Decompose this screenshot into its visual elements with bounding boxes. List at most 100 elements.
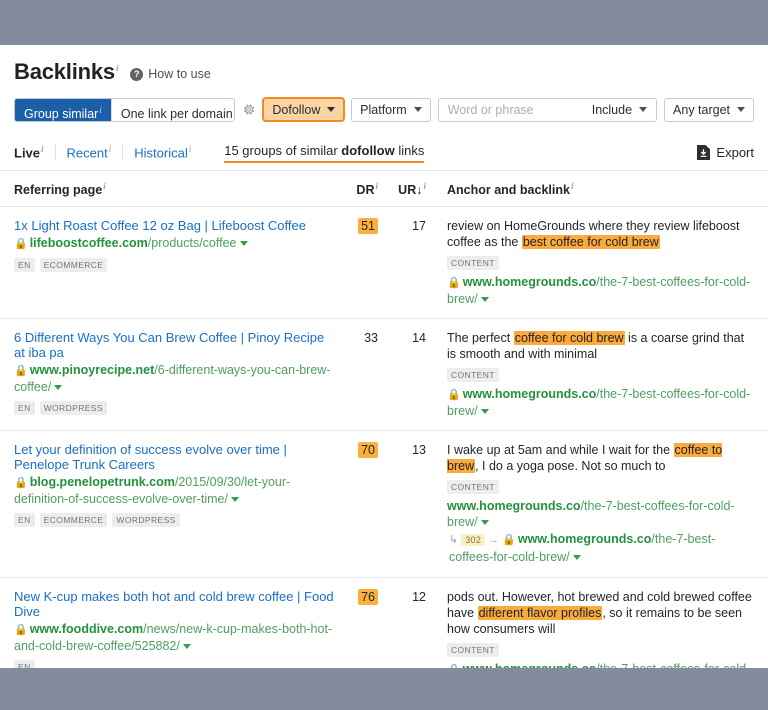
table-row[interactable]: Let your definition of success evolve ov… (0, 431, 768, 578)
dr-cell: 70 (338, 442, 378, 566)
any-target-dropdown[interactable]: Any target (664, 98, 754, 122)
groups-summary: 15 groups of similar dofollow links (224, 143, 424, 162)
ur-value: 13 (412, 443, 426, 457)
tabs-row: Livei Recenti Historicali 15 groups of s… (0, 135, 768, 171)
referring-page-url: 🔒lifeboostcoffee.com/products/coffee (14, 235, 338, 252)
platform-tag-list: ENWORDPRESS (14, 401, 338, 415)
platform-tag: WORDPRESS (112, 513, 179, 527)
chevron-down-icon[interactable] (183, 644, 191, 649)
backlinks-table-body: 1x Light Roast Coffee 12 oz Bag | Lifebo… (0, 207, 768, 668)
backlink-url: 🔒www.homegrounds.co/the-7-best-coffees-f… (447, 274, 754, 307)
secure-lock-icon: 🔒 (14, 238, 28, 250)
tab-recent-info-icon[interactable]: i (109, 144, 112, 154)
anchor-surrounding-text: pods out. However, hot brewed and cold b… (447, 589, 754, 637)
bottom-chrome-band (0, 668, 768, 710)
include-mode-label: Include (592, 103, 632, 117)
backlink-domain[interactable]: www.homegrounds.co (463, 662, 597, 668)
tab-historical-info-icon[interactable]: i (189, 144, 192, 154)
tab-live[interactable]: Livei (14, 144, 55, 160)
segment-group-similar-label: Group similar (24, 107, 98, 121)
groups-summary-suffix: links (395, 143, 425, 158)
secure-lock-icon: 🔒 (14, 477, 28, 489)
page-title: Backlinksi (14, 59, 118, 85)
any-target-label: Any target (673, 103, 730, 117)
referring-page-path[interactable]: /products/coffee (148, 236, 237, 250)
dr-value: 51 (358, 218, 378, 234)
how-to-use-link[interactable]: ? How to use (130, 67, 211, 81)
referring-page-domain[interactable]: blog.penelopetrunk.com (30, 475, 175, 489)
column-header-dr-label: DR (356, 183, 374, 197)
gear-icon[interactable] (243, 102, 255, 117)
anchor-info-icon[interactable]: i (571, 181, 574, 191)
redirect-target-domain[interactable]: www.homegrounds.co (518, 532, 652, 546)
anchor-text-highlight: coffee to brew (447, 443, 722, 473)
tab-historical-label: Historical (134, 146, 187, 161)
tab-recent[interactable]: Recenti (56, 144, 123, 160)
ur-value: 12 (412, 590, 426, 604)
ur-cell: 17 (378, 218, 426, 307)
secure-lock-icon: 🔒 (14, 365, 28, 377)
anchor-text-highlight: best coffee for cold brew (522, 235, 660, 249)
referring-page-domain[interactable]: www.pinoyrecipe.net (30, 363, 155, 377)
referring-page-domain[interactable]: www.fooddive.com (30, 622, 143, 636)
tab-live-info-icon[interactable]: i (41, 144, 44, 154)
backlink-domain[interactable]: www.homegrounds.co (463, 275, 597, 289)
chevron-down-icon[interactable] (481, 297, 489, 302)
anchor-and-backlink-cell: pods out. However, hot brewed and cold b… (426, 589, 754, 668)
table-row[interactable]: 6 Different Ways You Can Brew Coffee | P… (0, 319, 768, 431)
phrase-filter-group: Include (438, 98, 657, 122)
redirect-branch-icon: ↳ (449, 534, 458, 546)
dofollow-filter-dropdown[interactable]: Dofollow (262, 97, 345, 122)
segment-one-link-per-domain-info-icon[interactable]: i (234, 105, 235, 115)
referring-page-title-link[interactable]: 1x Light Roast Coffee 12 oz Bag | Lifebo… (14, 218, 338, 233)
platform-filter-label: Platform (360, 103, 407, 117)
segment-group-similar-info-icon[interactable]: i (99, 105, 102, 115)
referring-page-title-link[interactable]: New K-cup makes both hot and cold brew c… (14, 589, 338, 619)
segment-one-link-per-domain[interactable]: One link per domaini (112, 99, 235, 121)
chevron-down-icon[interactable] (54, 385, 62, 390)
redirect-arrow-icon: → (488, 534, 499, 546)
platform-tag: EN (14, 258, 35, 272)
page-title-info-icon[interactable]: i (116, 63, 118, 73)
referring-page-url: 🔒blog.penelopetrunk.com/2015/09/30/let-y… (14, 474, 338, 507)
dofollow-filter-label: Dofollow (272, 103, 320, 117)
table-row[interactable]: New K-cup makes both hot and cold brew c… (0, 578, 768, 668)
referring-page-domain[interactable]: lifeboostcoffee.com (30, 236, 148, 250)
search-input[interactable] (439, 99, 589, 121)
table-row[interactable]: 1x Light Roast Coffee 12 oz Bag | Lifebo… (0, 207, 768, 319)
column-header-ur[interactable]: UR↓i (378, 181, 426, 197)
dr-cell: 51 (338, 218, 378, 307)
platform-tag: EN (14, 401, 35, 415)
backlinks-app: Backlinksi ? How to use Group similari O… (0, 45, 768, 668)
export-button[interactable]: Export (697, 145, 754, 160)
chevron-down-icon[interactable] (481, 520, 489, 525)
segment-group-similar[interactable]: Group similari (15, 99, 112, 121)
dr-value: 70 (358, 442, 378, 458)
top-chrome-band (0, 0, 768, 45)
backlink-domain[interactable]: www.homegrounds.co (447, 499, 581, 513)
column-header-referring-page[interactable]: Referring pagei (14, 181, 338, 197)
page-title-text: Backlinks (14, 59, 115, 84)
column-header-anchor[interactable]: Anchor and backlinki (426, 181, 754, 197)
backlink-domain[interactable]: www.homegrounds.co (463, 387, 597, 401)
ur-value: 14 (412, 331, 426, 345)
include-mode-dropdown[interactable]: Include (589, 99, 656, 121)
view-mode-segmented-control: Group similari One link per domaini All (14, 98, 235, 122)
chevron-down-icon[interactable] (231, 497, 239, 502)
groups-summary-prefix: 15 groups of similar (224, 143, 341, 158)
referring-page-title-link[interactable]: 6 Different Ways You Can Brew Coffee | P… (14, 330, 338, 360)
referring-page-info-icon[interactable]: i (103, 181, 106, 191)
chevron-down-icon[interactable] (240, 241, 248, 246)
groups-summary-filter: dofollow (341, 143, 394, 158)
chevron-down-icon[interactable] (481, 409, 489, 414)
column-header-dr[interactable]: DRi (338, 181, 378, 197)
how-to-use-label: How to use (148, 67, 211, 81)
groups-summary-underline (224, 161, 424, 163)
ur-cell: 12 (378, 589, 426, 668)
chevron-down-icon[interactable] (573, 555, 581, 560)
platform-filter-dropdown[interactable]: Platform (351, 98, 431, 122)
dr-cell: 33 (338, 330, 378, 419)
chevron-down-icon (737, 107, 745, 112)
referring-page-title-link[interactable]: Let your definition of success evolve ov… (14, 442, 338, 472)
tab-historical[interactable]: Historicali (123, 144, 202, 160)
